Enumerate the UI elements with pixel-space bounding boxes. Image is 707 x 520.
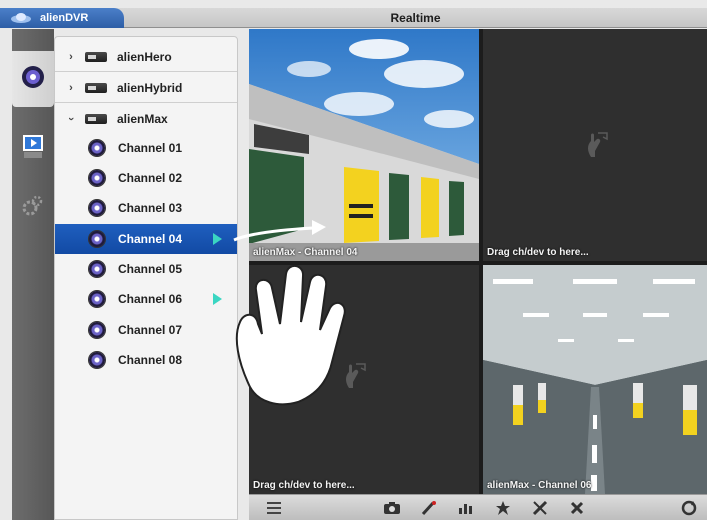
- channel-label: Channel 03: [118, 201, 183, 215]
- settings-icon: [22, 194, 44, 221]
- collapse-chevron-icon[interactable]: ›: [65, 114, 77, 124]
- playing-indicator-icon: [213, 293, 222, 305]
- camera-icon: [89, 231, 105, 247]
- drag-hand-icon: [341, 360, 369, 395]
- close-all-icon[interactable]: [567, 499, 587, 517]
- camera-icon: [89, 200, 105, 216]
- settings-button[interactable]: [12, 179, 54, 235]
- cell-caption: alienMax - Channel 04: [253, 247, 358, 258]
- video-cell-3[interactable]: Drag ch/dev to here...: [249, 265, 479, 494]
- audio-icon[interactable]: [456, 499, 476, 517]
- live-view-button[interactable]: [12, 51, 54, 107]
- drag-hand-icon: [583, 129, 611, 164]
- video-cell-4[interactable]: alienMax - Channel 06: [483, 265, 707, 494]
- channel-label: Channel 04: [118, 232, 183, 246]
- title-bar: alienDVR Realtime: [0, 8, 707, 28]
- camera-icon: [89, 322, 105, 338]
- channel-label: Channel 05: [118, 262, 183, 276]
- app-logo-icon: [10, 12, 32, 24]
- snapshot-icon[interactable]: [382, 499, 402, 517]
- tools-icon[interactable]: [530, 499, 550, 517]
- parking-feed-image: [483, 265, 707, 494]
- channel-item-08[interactable]: Channel 08: [55, 345, 237, 375]
- layout-icon[interactable]: [264, 499, 284, 517]
- channel-item-01[interactable]: Channel 01: [55, 133, 237, 163]
- brand-tab[interactable]: alienDVR: [0, 8, 124, 28]
- channel-item-04[interactable]: Channel 04: [55, 224, 237, 254]
- cell-caption: alienMax - Channel 06: [487, 480, 592, 491]
- dvr-icon: [85, 114, 107, 124]
- channel-item-05[interactable]: Channel 05: [55, 254, 237, 284]
- live-view-icon: [20, 64, 46, 95]
- playing-indicator-icon: [213, 233, 222, 245]
- channel-label: Channel 08: [118, 353, 183, 367]
- channel-label: Channel 07: [118, 323, 183, 337]
- dvr-icon: [85, 83, 107, 93]
- channel-item-02[interactable]: Channel 02: [55, 163, 237, 193]
- device-label: alienHybrid: [117, 80, 183, 95]
- device-label: alienHero: [117, 49, 172, 64]
- camera-icon: [89, 140, 105, 156]
- channel-item-06[interactable]: Channel 06: [55, 284, 237, 314]
- channel-label: Channel 01: [118, 141, 183, 155]
- dvr-icon: [85, 52, 107, 62]
- page-title: Realtime: [390, 11, 441, 25]
- brand-name: alienDVR: [40, 12, 89, 24]
- playback-icon: [22, 134, 44, 165]
- device-item-alienmax[interactable]: › alienMax: [55, 104, 237, 134]
- warehouse-feed-image: [249, 29, 479, 261]
- channel-label: Channel 02: [118, 171, 183, 185]
- camera-icon: [89, 291, 105, 307]
- video-grid: alienMax - Channel 04 Drag ch/dev to her…: [249, 29, 707, 494]
- video-cell-1[interactable]: alienMax - Channel 04: [249, 29, 479, 261]
- playback-button[interactable]: [12, 121, 54, 177]
- device-label: alienMax: [117, 112, 168, 126]
- expand-chevron-icon[interactable]: ›: [66, 82, 76, 94]
- app-window: alienDVR Realtime › alienHero › alienHyb…: [0, 0, 707, 520]
- camera-icon: [89, 352, 105, 368]
- nav-rail: [12, 29, 54, 520]
- expand-chevron-icon[interactable]: ›: [66, 51, 76, 63]
- channel-item-03[interactable]: Channel 03: [55, 193, 237, 223]
- favorite-icon[interactable]: [493, 499, 513, 517]
- channel-item-07[interactable]: Channel 07: [55, 315, 237, 345]
- video-cell-2[interactable]: Drag ch/dev to here...: [483, 29, 707, 261]
- refresh-icon[interactable]: [679, 499, 699, 517]
- device-tree: › alienHero › alienHybrid › alienMax Cha…: [54, 36, 238, 520]
- bottom-toolbar: [249, 494, 707, 520]
- channel-label: Channel 06: [118, 292, 183, 306]
- camera-icon: [89, 170, 105, 186]
- cell-caption: Drag ch/dev to here...: [487, 247, 589, 258]
- record-icon[interactable]: [419, 499, 439, 517]
- device-item-alienhybrid[interactable]: › alienHybrid: [55, 73, 237, 103]
- cell-caption: Drag ch/dev to here...: [253, 480, 355, 491]
- device-item-alienhero[interactable]: › alienHero: [55, 42, 237, 72]
- camera-icon: [89, 261, 105, 277]
